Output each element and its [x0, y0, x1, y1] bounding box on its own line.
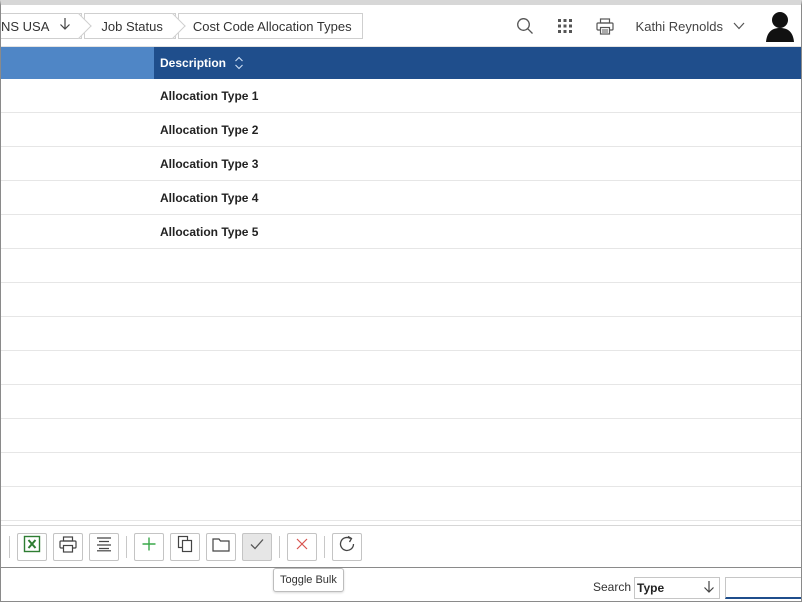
breadcrumb-company[interactable]: NS USA	[1, 13, 93, 39]
table-row[interactable]	[1, 385, 801, 419]
table-row[interactable]	[1, 419, 801, 453]
refresh-button[interactable]	[332, 532, 362, 561]
arrow-down-icon	[703, 580, 715, 597]
table-row[interactable]	[1, 317, 801, 351]
refresh-icon	[337, 534, 357, 559]
breadcrumb-company-label: NS USA	[1, 18, 50, 34]
table-row[interactable]: Allocation Type 4	[1, 181, 801, 215]
table-row[interactable]	[1, 249, 801, 283]
delete-button[interactable]	[287, 532, 317, 561]
table-cell-empty[interactable]	[1, 317, 154, 350]
column-options-button[interactable]	[89, 532, 119, 561]
table-cell-empty[interactable]	[1, 351, 154, 384]
print-icon	[59, 535, 77, 558]
table-row[interactable]: Allocation Type 3	[1, 147, 801, 181]
breadcrumb-current[interactable]: Cost Code Allocation Types	[177, 13, 363, 39]
table-cell-empty[interactable]	[1, 147, 154, 180]
tooltip: Toggle Bulk	[273, 568, 344, 592]
column-header-empty[interactable]	[1, 47, 154, 79]
toolbar-divider	[126, 535, 127, 558]
print-button[interactable]	[53, 532, 83, 561]
delete-icon	[295, 537, 309, 556]
app-window: NS USA Job Status Cost Code Allocation T…	[0, 0, 802, 602]
toolbar-divider	[324, 535, 325, 558]
table-cell-empty[interactable]	[1, 113, 154, 146]
toggle-bulk-icon	[249, 537, 265, 556]
table-row[interactable]: Allocation Type 5	[1, 215, 801, 249]
search-label: Search	[593, 580, 632, 594]
search-input[interactable]	[725, 577, 801, 599]
table-cell-empty[interactable]	[1, 215, 154, 248]
add-icon	[141, 536, 157, 557]
table-cell-empty[interactable]	[1, 181, 154, 214]
column-header-description-label: Description	[160, 56, 227, 70]
print-icon[interactable]	[590, 11, 620, 41]
toggle-bulk-button[interactable]	[242, 532, 272, 561]
user-name[interactable]: Kathi Reynolds	[636, 19, 723, 34]
table-row[interactable]	[1, 487, 801, 521]
table-row[interactable]	[1, 351, 801, 385]
table-cell-description[interactable]: Allocation Type 5	[154, 225, 801, 239]
table-cell-empty[interactable]	[1, 453, 154, 486]
sort-icon[interactable]	[234, 56, 244, 70]
search-bar: Search Type	[1, 567, 801, 601]
table-cell-empty[interactable]	[1, 419, 154, 452]
table-cell-empty[interactable]	[1, 487, 154, 520]
search-field-value: Type	[637, 581, 665, 595]
table-cell-description[interactable]: Allocation Type 4	[154, 191, 801, 205]
open-folder-button[interactable]	[206, 532, 236, 561]
breadcrumb-job-status-label: Job Status	[101, 18, 163, 34]
open-folder-icon	[212, 537, 230, 557]
data-grid: Description Allocation Type 1 Allocation …	[1, 47, 801, 521]
export-excel-button[interactable]	[17, 532, 47, 561]
export-excel-icon	[23, 535, 41, 558]
user-avatar-icon[interactable]	[763, 9, 797, 43]
chevron-down-icon[interactable]	[733, 17, 745, 35]
search-icon[interactable]	[510, 11, 540, 41]
apps-grid-icon[interactable]	[550, 11, 580, 41]
breadcrumb: NS USA Job Status Cost Code Allocation T…	[1, 13, 365, 39]
copy-button[interactable]	[170, 532, 200, 561]
table-row[interactable]: Allocation Type 2	[1, 113, 801, 147]
add-button[interactable]	[134, 532, 164, 561]
bottom-toolbar	[1, 525, 801, 567]
toolbar-divider	[9, 535, 10, 558]
table-cell-empty[interactable]	[1, 249, 154, 282]
search-field-select[interactable]: Type	[634, 577, 720, 599]
grid-header: Description	[1, 47, 801, 79]
table-row[interactable]	[1, 453, 801, 487]
toolbar-divider	[279, 535, 280, 558]
column-header-description[interactable]: Description	[154, 47, 801, 79]
table-row[interactable]: Allocation Type 1	[1, 79, 801, 113]
table-cell-empty[interactable]	[1, 79, 154, 112]
table-row[interactable]	[1, 283, 801, 317]
copy-icon	[177, 535, 193, 558]
header-actions: Kathi Reynolds	[508, 5, 801, 47]
breadcrumb-job-status[interactable]: Job Status	[84, 13, 186, 39]
table-cell-description[interactable]: Allocation Type 3	[154, 157, 801, 171]
table-cell-empty[interactable]	[1, 385, 154, 418]
arrow-down-icon[interactable]	[59, 17, 71, 35]
column-options-icon	[95, 536, 113, 557]
table-cell-description[interactable]: Allocation Type 1	[154, 89, 801, 103]
table-cell-description[interactable]: Allocation Type 2	[154, 123, 801, 137]
top-header: NS USA Job Status Cost Code Allocation T…	[1, 5, 801, 47]
table-cell-empty[interactable]	[1, 283, 154, 316]
breadcrumb-current-label: Cost Code Allocation Types	[192, 18, 352, 34]
